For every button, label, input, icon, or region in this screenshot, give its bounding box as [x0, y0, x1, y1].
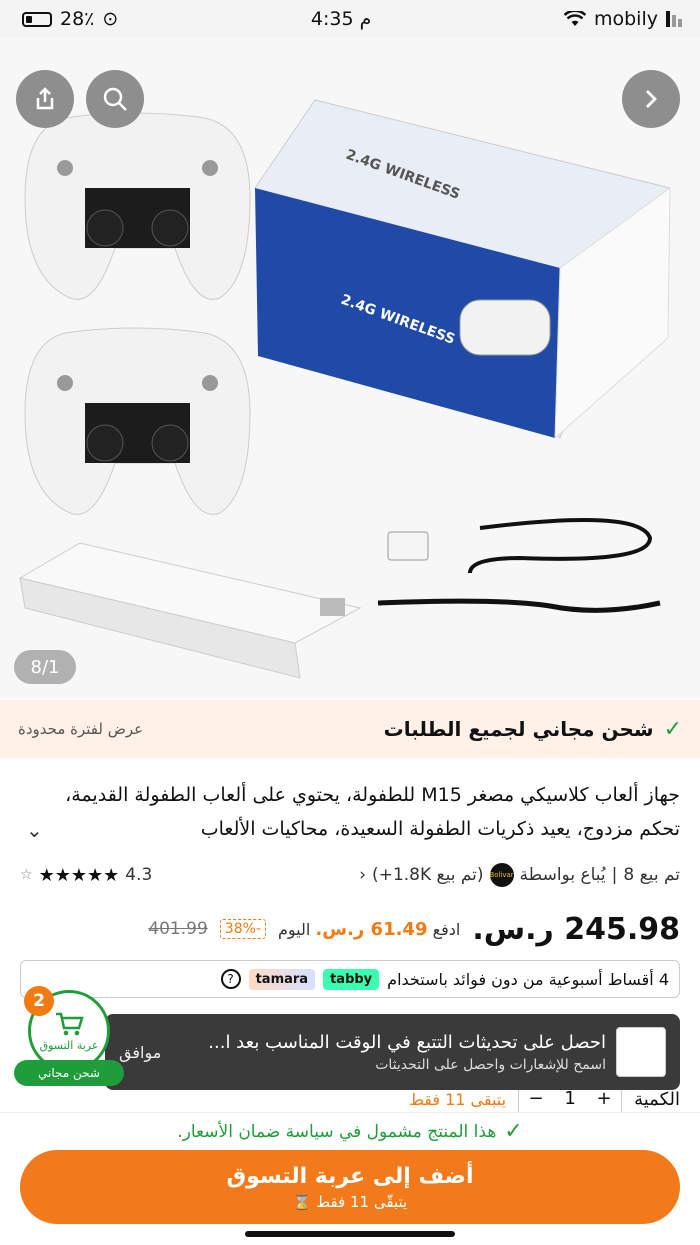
- discount-badge: -38%: [219, 919, 266, 939]
- star-outline-icon: ☆: [20, 867, 33, 883]
- check-icon: ✓: [663, 716, 682, 742]
- pay-today: ادفع 61.49 ر.س. اليوم: [277, 918, 461, 940]
- cart-count-badge: 2: [24, 986, 54, 1016]
- toast-text: احصل على تحديثات التتبع في الوقت المناسب…: [171, 1032, 606, 1073]
- search-button[interactable]: [86, 70, 144, 128]
- quantity-label: الكمية: [634, 1088, 680, 1110]
- status-bar: 28٪ ⊙ 4:35 م mobily: [0, 0, 700, 38]
- floating-cart-button[interactable]: عربة التسوق 2 شحن مجاني: [14, 986, 124, 1086]
- cart-label: عربة التسوق: [39, 1038, 99, 1052]
- back-button[interactable]: [622, 70, 680, 128]
- status-left: 28٪ ⊙: [22, 8, 118, 30]
- toast-accept-button[interactable]: موافق: [119, 1043, 161, 1062]
- old-price: 401.99: [148, 919, 208, 939]
- rating-value: 4.3: [125, 865, 153, 885]
- seller-logo: Bolivar: [489, 863, 514, 887]
- add-to-cart-button[interactable]: أضف إلى عربة التسوق ⌛ يتبقّى 11 فقط: [20, 1150, 680, 1224]
- image-counter: 8/1: [14, 650, 76, 684]
- signal-icon: [665, 11, 682, 27]
- carrier-name: mobily: [593, 8, 658, 30]
- promo-main: ✓ شحن مجاني لجميع الطلبات: [384, 717, 682, 742]
- chevron-right-icon: [646, 90, 657, 108]
- toast-product-thumbnail: [616, 1027, 666, 1077]
- notification-prompt[interactable]: احصل على تحديثات التتبع في الوقت المناسب…: [105, 1014, 680, 1090]
- toast-subtitle: اسمح للإشعارات واحصل على التحديثات: [375, 1056, 606, 1073]
- chevron-down-icon[interactable]: ⌄: [26, 818, 43, 842]
- free-shipping-banner[interactable]: ✓ شحن مجاني لجميع الطلبات عرض لفترة محدو…: [0, 700, 700, 758]
- check-icon: ✓: [504, 1119, 523, 1144]
- info-icon[interactable]: ?: [220, 969, 241, 989]
- chevron-left-icon: ‹: [359, 865, 367, 885]
- cart-free-shipping: شحن مجاني: [14, 1060, 124, 1086]
- sold-count: تم بيع 8: [623, 865, 680, 885]
- seller-rating-row: تم بيع 8 | يُباع بواسطة Bolivar (تم بيع …: [20, 858, 680, 892]
- search-icon: [103, 87, 127, 111]
- add-to-cart-stock: ⌛ يتبقّى 11 فقط: [292, 1192, 408, 1211]
- seller-sold-count: (تم بيع 1.8K+): [372, 865, 484, 885]
- battery-icon: [22, 11, 52, 27]
- separator: |: [611, 865, 618, 885]
- tabby-logo: tabby: [323, 968, 380, 990]
- wifi-icon: [563, 11, 586, 26]
- installments-text: 4 أقساط أسبوعية من دون فوائد باستخدام: [387, 969, 669, 989]
- sold-by-label: يُباع بواسطة: [519, 865, 606, 885]
- rating[interactable]: ☆ ★★★★★ 4.3: [20, 865, 152, 886]
- stock-warning: يتبقى 11 فقط: [409, 1089, 507, 1109]
- price-guarantee[interactable]: ✓ هذا المنتج مشمول في سياسة ضمان الأسعار…: [0, 1112, 700, 1150]
- promo-text: شحن مجاني لجميع الطلبات: [383, 717, 654, 741]
- share-button[interactable]: [16, 70, 74, 128]
- toast-title: احصل على تحديثات التتبع في الوقت المناسب…: [208, 1031, 606, 1053]
- clock: 4:35 م: [310, 8, 372, 30]
- add-to-cart-label: أضف إلى عربة التسوق: [226, 1163, 474, 1189]
- promo-limited: عرض لفترة محدودة: [18, 720, 144, 738]
- pay-amount: 61.49 ر.س.: [315, 918, 428, 940]
- current-price: 245.98 ر.س.: [472, 911, 680, 947]
- home-indicator[interactable]: [245, 1231, 455, 1237]
- cart-icon: [56, 1012, 84, 1035]
- status-right: mobily: [563, 8, 682, 30]
- product-photo: 2.4G WIRELESS 2.4G WIRELESS: [18, 99, 671, 679]
- tamara-logo: tamara: [248, 968, 316, 990]
- guarantee-text: هذا المنتج مشمول في سياسة ضمان الأسعار.: [177, 1121, 497, 1142]
- price-row: 245.98 ر.س. ادفع 61.49 ر.س. اليوم -38% 4…: [20, 906, 680, 952]
- product-title: جهاز ألعاب كلاسيكي مصغر M15 للطفولة، يحت…: [65, 784, 680, 840]
- star-icon: ★★★★★: [38, 864, 120, 886]
- battery-level: 28٪: [60, 8, 95, 30]
- seller-info[interactable]: تم بيع 8 | يُباع بواسطة Bolivar (تم بيع …: [359, 863, 680, 887]
- share-icon: [36, 87, 54, 110]
- orientation-lock-icon: ⊙: [102, 8, 119, 30]
- product-image-gallery[interactable]: 2.4G WIRELESS 2.4G WIRELESS 8/1: [0, 38, 700, 698]
